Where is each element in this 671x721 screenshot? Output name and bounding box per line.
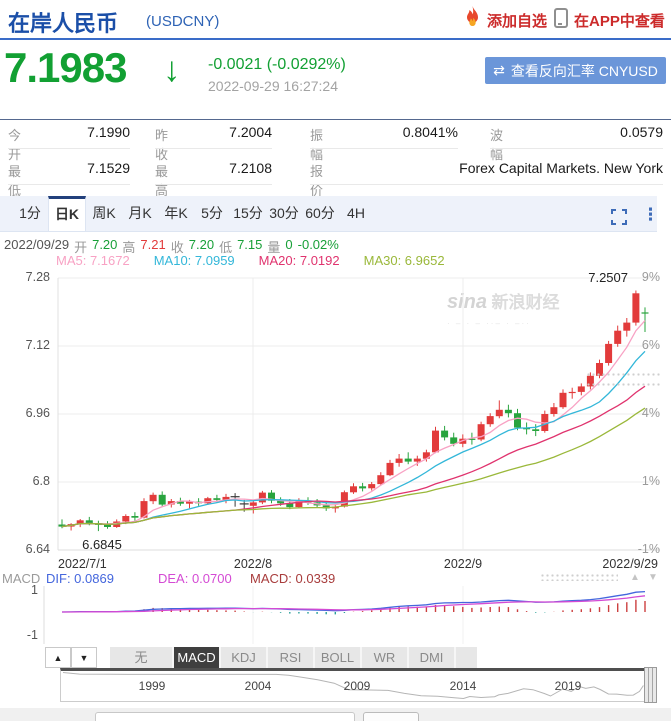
open-in-app-button[interactable]: 在APP中查看 xyxy=(574,10,665,31)
y-axis-label: 7.12 xyxy=(25,338,50,352)
price-down-arrow-icon: ↓ xyxy=(163,50,181,89)
indicator-tab-RSI[interactable]: RSI xyxy=(268,647,315,668)
indicator-tab-DMI[interactable]: DMI xyxy=(409,647,456,668)
stats-top-divider xyxy=(0,119,671,120)
pct-axis-label: 1% xyxy=(641,474,660,488)
stat-value: 7.1529 xyxy=(87,160,130,176)
reverse-rate-label: 查看反向汇率 CNYUSD xyxy=(510,62,658,79)
high-price-label: 7.2507 xyxy=(588,270,628,285)
stat-cell-underline xyxy=(310,184,663,185)
stat-cell-underline xyxy=(490,148,663,149)
macd-y-axis-label: 1 xyxy=(31,583,38,597)
stat-label: 最低 xyxy=(8,164,22,198)
macd-y-axis-label: -1 xyxy=(26,628,38,642)
flame-icon xyxy=(463,6,482,32)
add-watchlist-button[interactable]: 添加自选 xyxy=(487,10,547,31)
indicator-up-button[interactable]: ▲ xyxy=(45,647,71,668)
pane-grip-dots[interactable] xyxy=(586,372,660,377)
ma5-legend: MA5: 7.1672 xyxy=(56,253,130,268)
fullscreen-icon[interactable] xyxy=(611,209,627,230)
stat-label: 波幅 xyxy=(490,128,504,162)
reverse-rate-button[interactable]: ⇄ 查看反向汇率 CNYUSD xyxy=(485,57,666,84)
symbol-code: (USDCNY) xyxy=(146,13,220,30)
pane-grip-dots[interactable] xyxy=(586,382,660,387)
indicator-tabs: 无 MACD KDJ RSI BOLL WR DMI xyxy=(110,647,477,668)
kline-tab-5分[interactable]: 5分 xyxy=(194,196,230,231)
x-axis-label: 2022/8 xyxy=(233,557,273,571)
macd-chart[interactable] xyxy=(0,584,671,646)
stat-label: 今开 xyxy=(8,128,22,162)
navigator-year-label: 1999 xyxy=(138,679,166,693)
current-price: 7.1983 xyxy=(4,44,127,91)
swap-icon: ⇄ xyxy=(493,62,505,78)
navigator-drag-handle[interactable] xyxy=(644,667,657,703)
indicator-tab-MACD[interactable]: MACD xyxy=(174,647,221,668)
stat-label: 最高 xyxy=(155,164,169,198)
ma10-legend: MA10: 7.0959 xyxy=(153,253,235,268)
candlestick-chart[interactable] xyxy=(0,268,671,560)
navigator-year-label: 2009 xyxy=(343,679,371,693)
stat-cell-underline xyxy=(8,148,130,149)
stat-label: 振幅 xyxy=(310,128,324,162)
ma20-legend: MA20: 7.0192 xyxy=(258,253,340,268)
price-change: -0.0021 (-0.0292%) xyxy=(208,56,346,73)
pct-axis-label: 6% xyxy=(641,338,660,352)
stat-value: Forex Capital Markets. New York xyxy=(459,160,663,176)
macd-grip-dots[interactable] xyxy=(540,573,618,581)
indicator-down-button[interactable]: ▼ xyxy=(71,647,97,668)
bottom-search-input[interactable] xyxy=(95,712,355,721)
ma30-legend: MA30: 6.9652 xyxy=(363,253,445,268)
kline-period-tabs: 1分 日K 周K 月K 年K 5分 15分 30分 60分 4H xyxy=(0,196,657,232)
more-menu-icon[interactable]: ⋮ xyxy=(642,205,659,225)
macd-collapse-up-icon[interactable]: ▲ xyxy=(630,572,640,583)
stat-value: 0.0579 xyxy=(620,124,663,140)
stat-label: 昨收 xyxy=(155,128,169,162)
x-axis-label: 2022/9/29 xyxy=(602,557,658,571)
stat-value: 7.2004 xyxy=(229,124,272,140)
stat-value: 7.2108 xyxy=(229,160,272,176)
ma-legend-row: MA5: 7.1672 MA10: 7.0959 MA20: 7.0192 MA30:… xyxy=(56,253,445,268)
stat-value: 7.1990 xyxy=(87,124,130,140)
y-axis-label: 7.28 xyxy=(25,270,50,284)
low-price-label: 6.6845 xyxy=(82,537,122,552)
bottom-search-button[interactable] xyxy=(363,712,419,721)
header-divider xyxy=(0,38,671,40)
indicator-tab-WR[interactable]: WR xyxy=(362,647,409,668)
kline-tab-周K[interactable]: 周K xyxy=(86,196,122,231)
kline-tab-60分[interactable]: 60分 xyxy=(302,196,338,231)
y-axis-label: 6.64 xyxy=(25,542,50,556)
stat-cell-underline xyxy=(8,184,130,185)
kline-tab-日K[interactable]: 日K xyxy=(48,196,86,231)
y-axis-label: 6.8 xyxy=(32,474,50,488)
kline-tab-月K[interactable]: 月K xyxy=(122,196,158,231)
page-title: 在岸人民币 xyxy=(8,11,119,36)
y-axis-label: 6.96 xyxy=(25,406,50,420)
kline-tab-年K[interactable]: 年K xyxy=(158,196,194,231)
indicator-tab-KDJ[interactable]: KDJ xyxy=(221,647,268,668)
kline-tab-4H[interactable]: 4H xyxy=(338,196,374,231)
indicator-tab-无[interactable]: 无 xyxy=(110,647,174,668)
usdcny-quote-page: 在岸人民币 (USDCNY) 添加自选 在APP中查看 7.1983 ↓ -0.… xyxy=(0,0,671,721)
x-axis-label: 2022/9 xyxy=(443,557,483,571)
kline-tab-1分[interactable]: 1分 xyxy=(12,196,48,231)
kline-tab-30分[interactable]: 30分 xyxy=(266,196,302,231)
pct-axis-label: -1% xyxy=(637,542,660,556)
stat-cell-underline xyxy=(310,148,458,149)
navigator-year-label: 2014 xyxy=(449,679,477,693)
navigator-year-label: 2004 xyxy=(244,679,272,693)
phone-icon xyxy=(554,8,568,28)
stat-cell-underline xyxy=(155,148,272,149)
quote-timestamp: 2022-09-29 16:27:24 xyxy=(208,78,338,94)
stat-label: 报价 xyxy=(310,164,324,198)
x-axis-label: 2022/7/1 xyxy=(58,557,107,571)
pct-axis-label: 4% xyxy=(641,406,660,420)
stat-cell-underline xyxy=(155,184,272,185)
indicator-tab-BOLL[interactable]: BOLL xyxy=(315,647,362,668)
navigator-year-label: 2019 xyxy=(554,679,582,693)
macd-collapse-down-icon[interactable]: ▼ xyxy=(648,572,658,583)
stat-value: 0.8041% xyxy=(402,124,458,140)
kline-tab-15分[interactable]: 15分 xyxy=(230,196,266,231)
